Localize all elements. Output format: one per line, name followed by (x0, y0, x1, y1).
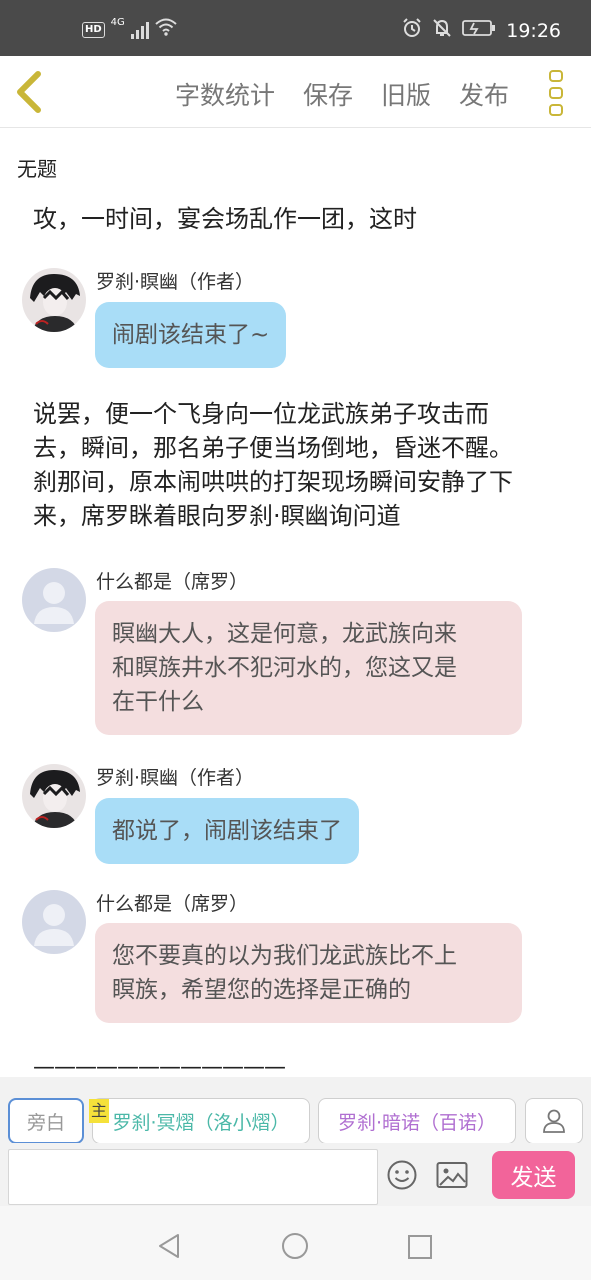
sender-name: 罗刹·瞑幽（作者） (96, 767, 255, 789)
narration-line: 去，瞬间，那名弟子便当场倒地，昏迷不醒。 (33, 434, 513, 462)
bubble-line: 瞑族，希望您的选择是正确的 (112, 977, 411, 1003)
mute-icon (432, 18, 452, 43)
back-triangle-icon[interactable] (156, 1232, 182, 1260)
image-button[interactable] (436, 1160, 468, 1190)
narration-block: 说罢，便一个飞身向一位龙武族弟子攻击而 去，瞬间，那名弟子便当场倒地，昏迷不醒。… (33, 397, 563, 533)
message-bubble[interactable]: 都说了，闹剧该结束了 (95, 798, 359, 864)
bubble-line: 和瞑族井水不犯河水的，您这又是 (112, 655, 457, 681)
image-icon (436, 1162, 468, 1188)
editor-toolbar: 字数统计 保存 旧版 发布 (0, 56, 591, 128)
hd-icon: HD (82, 21, 105, 38)
message-bubble[interactable]: 瞑幽大人，这是何意，龙武族向来 和瞑族井水不犯河水的，您这又是 在干什么 (95, 601, 522, 735)
sender-name: 什么都是（席罗） (96, 893, 249, 915)
toolbar-actions: 字数统计 保存 旧版 发布 (175, 76, 509, 112)
sender-name: 什么都是（席罗） (96, 571, 249, 593)
sender-name: 罗刹·瞑幽（作者） (96, 271, 255, 293)
role-button-main[interactable]: 罗刹·冥熠（洛小熠） (92, 1098, 310, 1144)
save-button[interactable]: 保存 (303, 76, 353, 112)
narrator-button[interactable]: 旁白 (8, 1098, 84, 1144)
smiley-icon (387, 1160, 417, 1190)
app-screen: HD 4G 19:26 字数统计 保存 旧版 发布 无题 攻，一时间，宴会场乱作… (0, 0, 591, 1280)
system-nav-bar (0, 1206, 591, 1280)
main-role-tag: 主 (89, 1099, 109, 1123)
more-vertical-icon[interactable] (549, 70, 567, 116)
back-button[interactable] (10, 70, 54, 114)
recents-square-icon[interactable] (407, 1234, 433, 1260)
bubble-line: 您不要真的以为我们龙武族比不上 (112, 943, 457, 969)
word-count-button[interactable]: 字数统计 (175, 76, 275, 112)
status-left: HD 4G (82, 17, 177, 41)
author-avatar[interactable] (22, 764, 86, 828)
battery-icon (462, 19, 496, 42)
publish-button[interactable]: 发布 (459, 76, 509, 112)
message-input-bar: 发送 (0, 1143, 591, 1206)
default-avatar[interactable] (22, 890, 86, 954)
document-title[interactable]: 无题 (0, 129, 591, 199)
message-bubble[interactable]: 闹剧该结束了~ (95, 302, 287, 368)
bubble-line: 在干什么 (112, 689, 204, 715)
story-content: 攻，一时间，宴会场乱作一团，这时 罗刹·瞑幽（作者） 闹剧该结束了~ 说罢，便一… (0, 199, 591, 1077)
bubble-line: 瞑幽大人，这是何意，龙武族向来 (112, 621, 457, 647)
divider-line: ———————————— (33, 1055, 286, 1077)
alarm-icon (402, 18, 422, 43)
message-bubble[interactable]: 您不要真的以为我们龙武族比不上 瞑族，希望您的选择是正确的 (95, 923, 522, 1023)
chevron-left-icon (17, 71, 41, 113)
clock: 19:26 (506, 19, 561, 42)
narration-line: 刹那间，原本闹哄哄的打架现场瞬间安静了下 (33, 468, 513, 496)
status-bar: HD 4G 19:26 (0, 0, 591, 56)
person-icon (543, 1109, 565, 1133)
emoji-button[interactable] (386, 1159, 418, 1191)
send-button[interactable]: 发送 (492, 1151, 575, 1199)
status-right: 19:26 (402, 18, 561, 43)
narration-line: 来，席罗眯着眼向罗刹·瞑幽询问道 (33, 502, 401, 530)
wifi-icon (155, 18, 177, 41)
home-circle-icon[interactable] (281, 1232, 309, 1260)
add-role-button[interactable] (525, 1098, 583, 1144)
role-button-secondary[interactable]: 罗刹·暗诺（百诺） (318, 1098, 516, 1144)
message-input[interactable] (8, 1149, 378, 1205)
author-avatar[interactable] (22, 268, 86, 332)
old-version-button[interactable]: 旧版 (381, 76, 431, 112)
signal-icon (130, 21, 149, 39)
network-type-label: 4G (110, 17, 125, 28)
narration-top: 攻，一时间，宴会场乱作一团，这时 (33, 205, 417, 233)
narration-line: 说罢，便一个飞身向一位龙武族弟子攻击而 (33, 400, 489, 428)
default-avatar[interactable] (22, 568, 86, 632)
